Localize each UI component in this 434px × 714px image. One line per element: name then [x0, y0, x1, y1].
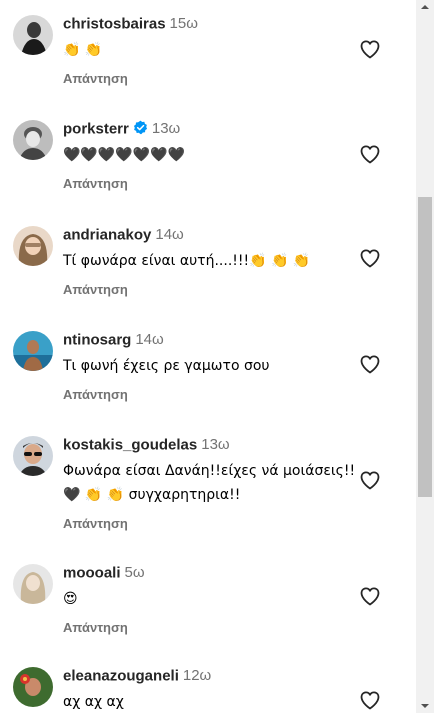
- woman-portrait-icon: [13, 226, 53, 266]
- avatar[interactable]: [13, 436, 53, 476]
- avatar[interactable]: [13, 120, 53, 160]
- heart-outline-icon[interactable]: [358, 584, 382, 608]
- man-portrait-icon: [13, 15, 53, 55]
- heart-outline-icon[interactable]: [358, 142, 382, 166]
- reply-button[interactable]: Απάντηση: [63, 387, 128, 402]
- username[interactable]: kostakis_goudelas: [63, 436, 197, 453]
- comment-header: andrianakoy 14ω: [63, 226, 184, 248]
- heart-outline-icon[interactable]: [358, 688, 382, 712]
- comment-text: 🖤🖤🖤🖤🖤🖤🖤: [63, 147, 186, 163]
- scroll-down-arrow-icon[interactable]: [416, 699, 434, 713]
- comment-text: αχ αχ αχ: [63, 694, 124, 710]
- reply-button[interactable]: Απάντηση: [63, 71, 128, 86]
- scrollbar-thumb[interactable]: [418, 197, 432, 497]
- comment-header: eleanazouganeli 12ω: [63, 667, 211, 689]
- comment-header: kostakis_goudelas 13ω: [63, 436, 230, 458]
- avatar[interactable]: [13, 15, 53, 55]
- comment-text: Τι φωνή έχεις ρε γαμωτο σου: [63, 358, 270, 374]
- heart-outline-icon[interactable]: [358, 37, 382, 61]
- username[interactable]: andrianakoy: [63, 226, 151, 243]
- username[interactable]: eleanazouganeli: [63, 667, 179, 684]
- comment-text: 👏 👏: [63, 42, 103, 58]
- comments-list: christosbairas 15ω 👏 👏 Απάντηση porksterr…: [0, 0, 416, 713]
- username[interactable]: porksterr: [63, 120, 129, 137]
- woman-flower-icon: [13, 667, 53, 707]
- avatar[interactable]: [13, 331, 53, 371]
- avatar[interactable]: [13, 667, 53, 707]
- comment-header: ntinosarg 14ω: [63, 331, 164, 353]
- timestamp[interactable]: 5ω: [125, 564, 145, 581]
- man-portrait-icon: [13, 120, 53, 160]
- comment-text: Φωνάρα είσαι Δανάη!!είχες νά μοιάσεις!!🖤…: [63, 463, 356, 503]
- reply-button[interactable]: Απάντηση: [63, 282, 128, 297]
- comment-header: porksterr 13ω: [63, 120, 180, 142]
- timestamp[interactable]: 14ω: [155, 226, 183, 243]
- username[interactable]: christosbairas: [63, 15, 166, 32]
- man-beach-icon: [13, 331, 53, 371]
- reply-button[interactable]: Απάντηση: [63, 176, 128, 191]
- comment-header: christosbairas 15ω: [63, 15, 198, 37]
- avatar[interactable]: [13, 226, 53, 266]
- heart-outline-icon[interactable]: [358, 246, 382, 270]
- verified-badge-icon: [133, 120, 148, 135]
- username[interactable]: ntinosarg: [63, 331, 131, 348]
- timestamp[interactable]: 12ω: [183, 667, 211, 684]
- reply-button[interactable]: Απάντηση: [63, 620, 128, 635]
- heart-outline-icon[interactable]: [358, 352, 382, 376]
- timestamp[interactable]: 13ω: [201, 436, 229, 453]
- timestamp[interactable]: 14ω: [135, 331, 163, 348]
- timestamp[interactable]: 15ω: [170, 15, 198, 32]
- scroll-up-arrow-icon[interactable]: [416, 0, 434, 14]
- comment-text: 😍: [63, 591, 78, 607]
- scrollbar[interactable]: [416, 0, 434, 713]
- woman-portrait-icon: [13, 564, 53, 604]
- man-sunglasses-icon: [13, 436, 53, 476]
- heart-outline-icon[interactable]: [358, 468, 382, 492]
- timestamp[interactable]: 13ω: [152, 120, 180, 137]
- reply-button[interactable]: Απάντηση: [63, 516, 128, 531]
- username[interactable]: moooali: [63, 564, 121, 581]
- comment-header: moooali 5ω: [63, 564, 145, 586]
- comment-text: Τί φωνάρα είναι αυτή....!!!👏 👏 👏: [63, 253, 311, 269]
- avatar[interactable]: [13, 564, 53, 604]
